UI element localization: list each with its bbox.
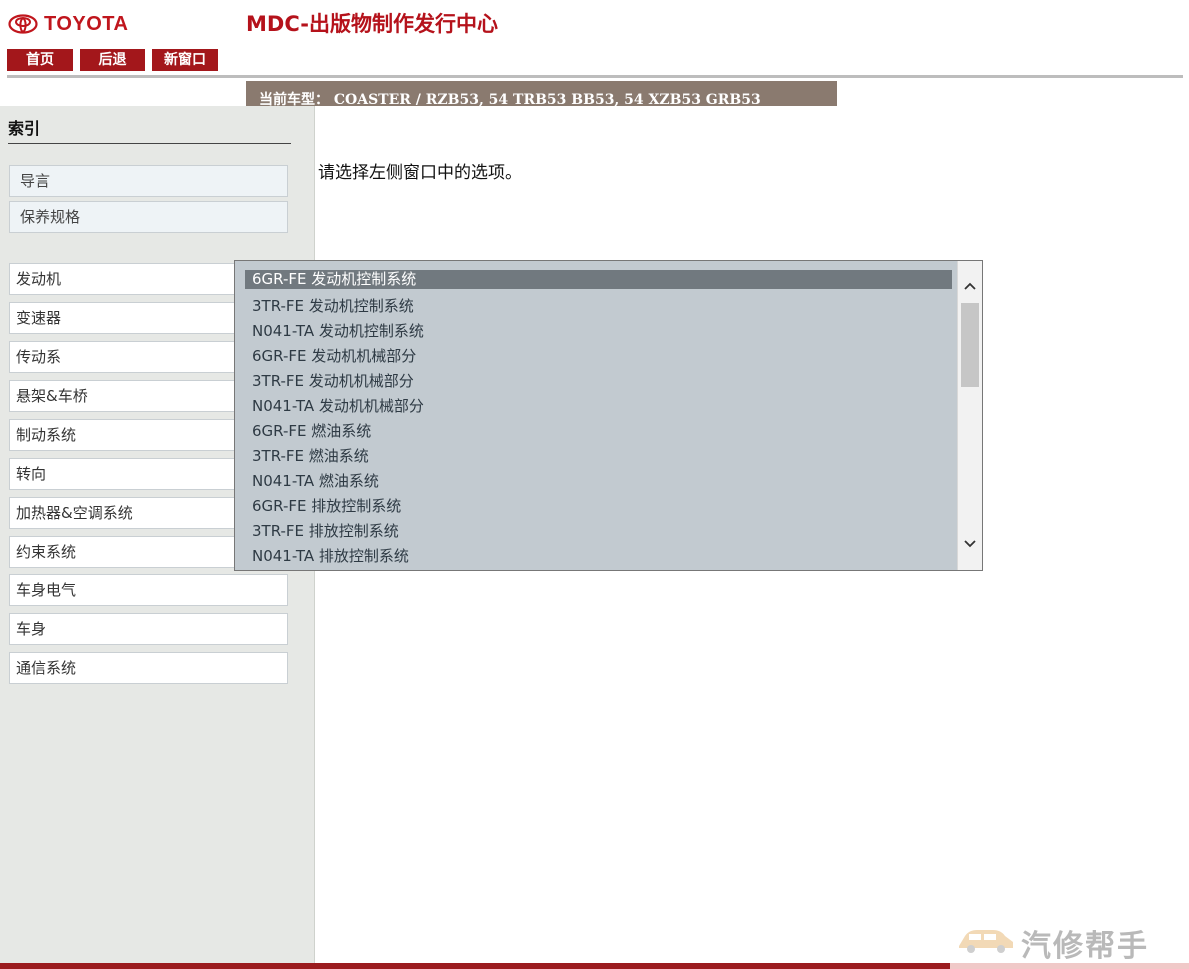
- listbox-scrollbar[interactable]: [957, 261, 982, 570]
- sidebar-item-intro[interactable]: 导言: [9, 165, 288, 197]
- toyota-logo: TOYOTA: [8, 12, 128, 36]
- home-button[interactable]: 首页: [7, 49, 73, 71]
- submenu-item[interactable]: N041-TA 发动机控制系统: [245, 320, 952, 345]
- toyota-emblem-icon: [8, 14, 38, 34]
- submenu-item[interactable]: 6GR-FE 排放控制系统: [245, 495, 952, 520]
- submenu-item[interactable]: 6GR-FE 发动机机械部分: [245, 345, 952, 370]
- sidebar-item-maintenance-specs[interactable]: 保养规格: [9, 201, 288, 233]
- watermark: 汽修帮手: [955, 924, 1149, 964]
- sidebar-item-body[interactable]: 车身: [9, 613, 288, 645]
- car-icon: [955, 924, 1017, 962]
- submenu-item[interactable]: 3TR-FE 排放控制系统: [245, 520, 952, 545]
- back-button[interactable]: 后退: [80, 49, 145, 71]
- submenu-item[interactable]: 6GR-FE 发动机控制系统: [245, 270, 952, 289]
- sidebar-item-communication-system[interactable]: 通信系统: [9, 652, 288, 684]
- chevron-up-icon[interactable]: [958, 275, 982, 297]
- submenu-item[interactable]: N041-TA 发动机机械部分: [245, 395, 952, 420]
- submenu-item[interactable]: 3TR-FE 发动机控制系统: [245, 295, 952, 320]
- submenu-item[interactable]: 3TR-FE 燃油系统: [245, 445, 952, 470]
- footer-bar: [0, 963, 950, 969]
- new-window-button[interactable]: 新窗口: [152, 49, 218, 71]
- sidebar-heading: 索引: [8, 115, 291, 144]
- chevron-down-icon[interactable]: [958, 533, 982, 555]
- submenu-item[interactable]: 3TR-FE 发动机机械部分: [245, 370, 952, 395]
- submenu-list: 6GR-FE 发动机控制系统 3TR-FE 发动机控制系统 N041-TA 发动…: [245, 270, 952, 570]
- current-vehicle-label: 当前车型： COASTER / RZB53, 54 TRB53 BB53, 54…: [259, 92, 761, 106]
- brand-name: TOYOTA: [44, 12, 129, 35]
- sidebar-item-body-electrical[interactable]: 车身电气: [9, 574, 288, 606]
- submenu-item[interactable]: N041-TA 排放控制系统: [245, 545, 952, 570]
- main-prompt-text: 请选择左侧窗口中的选项。: [318, 163, 522, 183]
- submenu-item[interactable]: 6GR-FE 燃油系统: [245, 420, 952, 445]
- submenu-item[interactable]: N041-TA 燃油系统: [245, 470, 952, 495]
- scrollbar-thumb[interactable]: [961, 303, 979, 387]
- header-divider: [7, 75, 1183, 78]
- page-title: MDC-出版物制作发行中心: [246, 12, 498, 36]
- watermark-text: 汽修帮手: [1021, 929, 1149, 964]
- current-vehicle-bar: 当前车型： COASTER / RZB53, 54 TRB53 BB53, 54…: [246, 81, 837, 106]
- engine-submenu-listbox[interactable]: 6GR-FE 发动机控制系统 3TR-FE 发动机控制系统 N041-TA 发动…: [234, 260, 983, 571]
